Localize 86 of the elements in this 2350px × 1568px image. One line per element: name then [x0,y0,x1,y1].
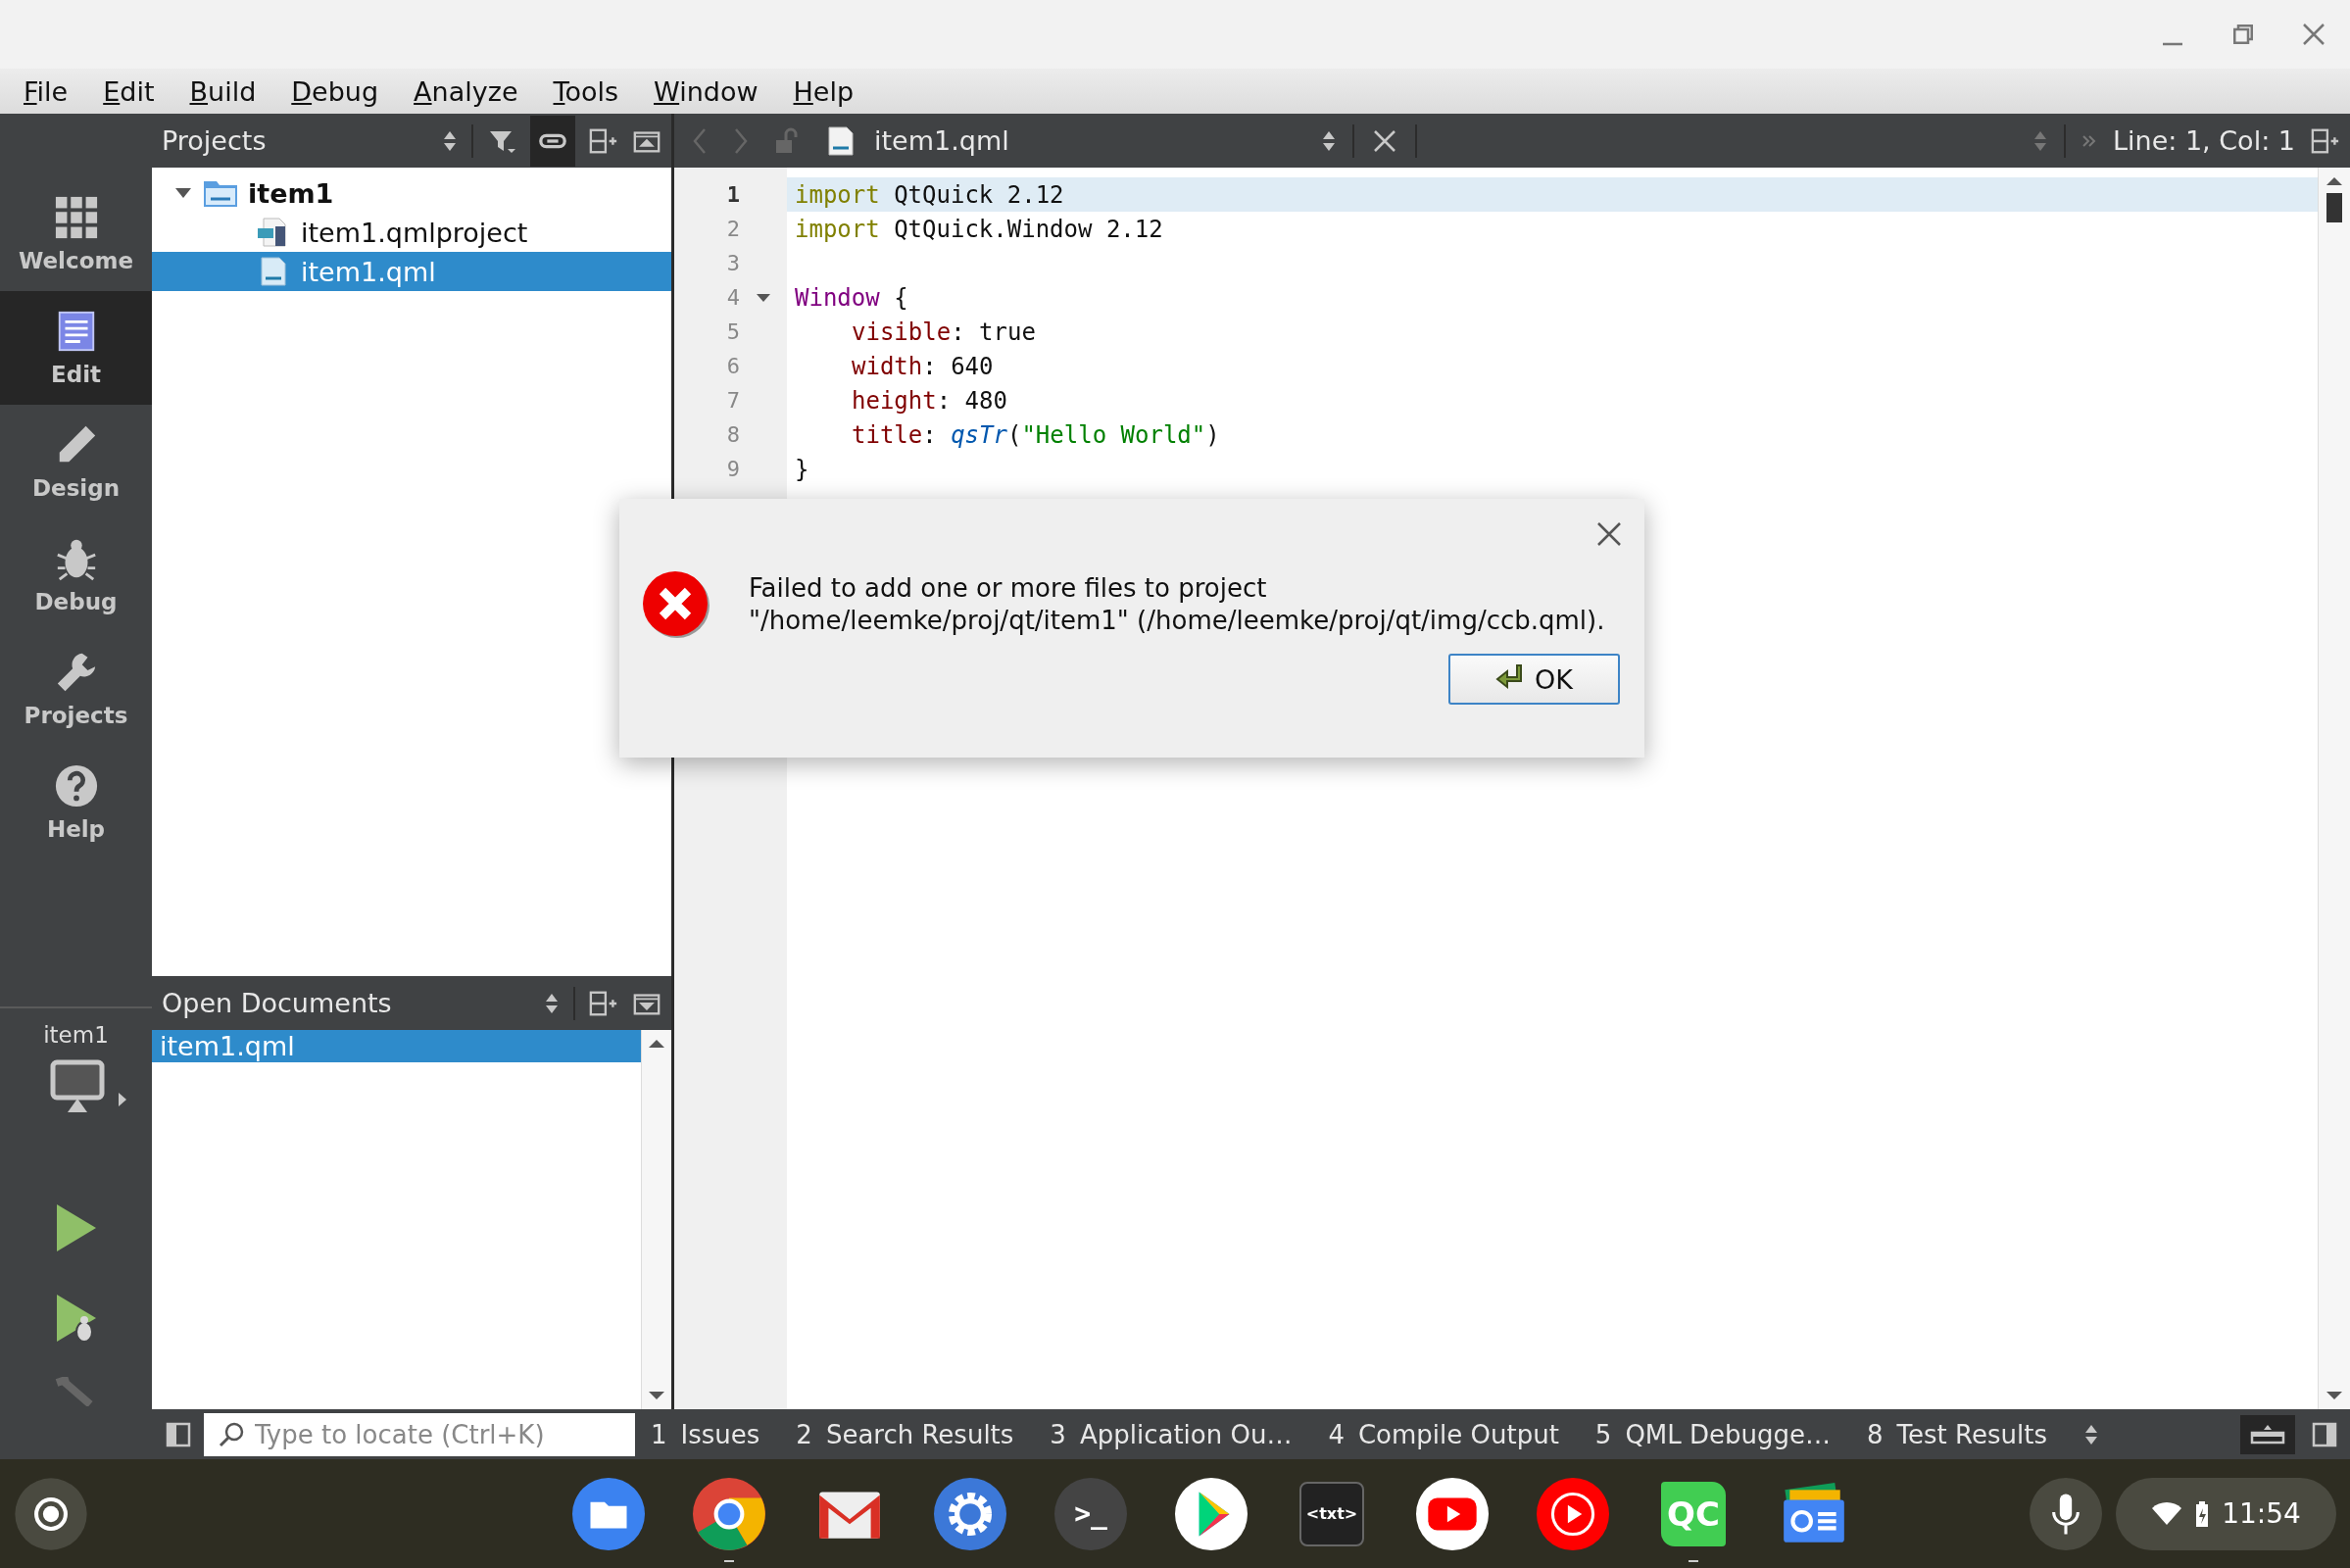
line-number: 6 [726,354,740,378]
terminal-app[interactable]: >_ [1054,1477,1127,1550]
line-number: 4 [726,285,740,310]
menu-item[interactable]: Analyze [414,75,518,107]
code-line: Window { [795,283,908,312]
scroll-thumb[interactable] [2326,193,2342,222]
tree-item[interactable]: item1 [152,173,671,213]
output-tab[interactable]: 3 Application Ou… [1050,1419,1311,1449]
line-number: 2 [726,217,740,241]
error-message: "/home/leemke/proj/qt/item1" (/home/leemke/proj/qt/img/ccb.qml). [749,605,1605,637]
split-icon[interactable] [589,989,618,1017]
search-icon [218,1420,245,1448]
line-number: 8 [726,422,740,447]
status-area[interactable]: 11:54 [2116,1477,2336,1550]
menu-item[interactable]: Debug [291,75,379,107]
menu-item[interactable]: File [24,75,69,107]
target-name: item1 [43,1022,109,1048]
output-tab[interactable]: 8 Test Results [1867,1419,2066,1449]
line-number: 7 [726,388,740,413]
text-editor-app[interactable]: <txt> [1299,1481,1364,1546]
split-icon[interactable] [589,126,618,155]
cursor-position[interactable]: Line: 1, Col: 1 [2112,125,2295,156]
code-line: width: 640 [851,352,994,380]
ok-button[interactable]: OK [1448,654,1620,705]
code-line: visible: true [851,318,1036,346]
error-message: Failed to add one or more files to project [749,572,1268,605]
scrollbar[interactable] [2318,168,2350,1409]
document-tab[interactable]: item1.qml [874,125,1305,156]
locate-field[interactable]: Type to locate (Ctrl+K) [204,1412,635,1456]
panel-button[interactable] [2240,1414,2295,1454]
output-tab[interactable]: 1 Issues [651,1419,779,1449]
menu-item[interactable]: Build [189,75,257,107]
mode-button[interactable]: Welcome [0,177,152,291]
line-number: 1 [726,182,740,207]
scroll-up-icon[interactable] [2325,175,2344,187]
menu-item[interactable]: Tools [553,75,619,107]
mode-button[interactable]: Debug [0,518,152,632]
link-button[interactable] [530,115,575,167]
store-app-icon[interactable] [1175,1477,1248,1550]
error-icon [641,569,711,640]
scroll-down-icon[interactable] [647,1390,666,1401]
mode-button[interactable]: Help [0,746,152,859]
browser-app-icon[interactable] [693,1477,765,1550]
caret-icon[interactable] [118,1093,126,1106]
line-number: 9 [726,457,740,481]
code-line: import QtQuick 2.12 [795,180,1064,209]
mode-button[interactable]: Edit [0,291,152,405]
split-icon[interactable] [2311,126,2340,155]
run-icon[interactable] [54,1202,98,1253]
folder-app-icon[interactable] [572,1477,645,1550]
settings-icon[interactable] [934,1477,1006,1550]
code-line: height: 480 [851,386,1007,415]
line-number: 3 [726,251,740,275]
grid-icon [53,195,99,240]
line-number: 5 [726,319,740,344]
code-line: import QtQuick.Window 2.12 [795,215,1163,243]
code-line: title: qsTr("Hello World") [851,420,1220,449]
video-app-icon[interactable] [1416,1477,1489,1550]
scrollbar[interactable] [641,1030,671,1409]
output-tab[interactable]: 4 Compile Output [1328,1419,1578,1449]
output-tab[interactable]: 5 QML Debugge… [1594,1419,1850,1449]
folder-icon [203,178,238,208]
code-line: } [795,455,809,483]
monitor-icon[interactable] [49,1059,105,1114]
menu-item[interactable]: Help [793,75,855,107]
microphone-icon[interactable] [2030,1477,2102,1550]
wifi-icon [2151,1501,2183,1526]
mode-button[interactable]: Projects [0,632,152,746]
sidebar-toggle-icon[interactable] [2311,1420,2338,1448]
tree-item[interactable]: item1.qmlproject [152,213,671,252]
battery-icon [2194,1499,2211,1528]
close-icon[interactable] [1595,520,1623,548]
scroll-down-icon[interactable] [2325,1390,2344,1401]
document-item[interactable]: item1.qml [152,1030,641,1062]
music-app-icon[interactable] [1537,1477,1609,1550]
scroll-up-icon[interactable] [647,1038,666,1050]
clock: 11:54 [2222,1497,2301,1530]
menu-item[interactable]: Edit [103,75,155,107]
output-tab[interactable]: 2 Search Results [796,1419,1033,1449]
debug-run-icon[interactable] [54,1293,98,1344]
mode-button[interactable]: Design [0,405,152,518]
menu-item[interactable]: Window [654,75,759,107]
help-icon [53,763,99,808]
sidebar-toggle-icon[interactable] [165,1420,192,1448]
launcher-icon[interactable] [14,1476,88,1551]
tree-item[interactable]: item1.qml [152,252,671,291]
